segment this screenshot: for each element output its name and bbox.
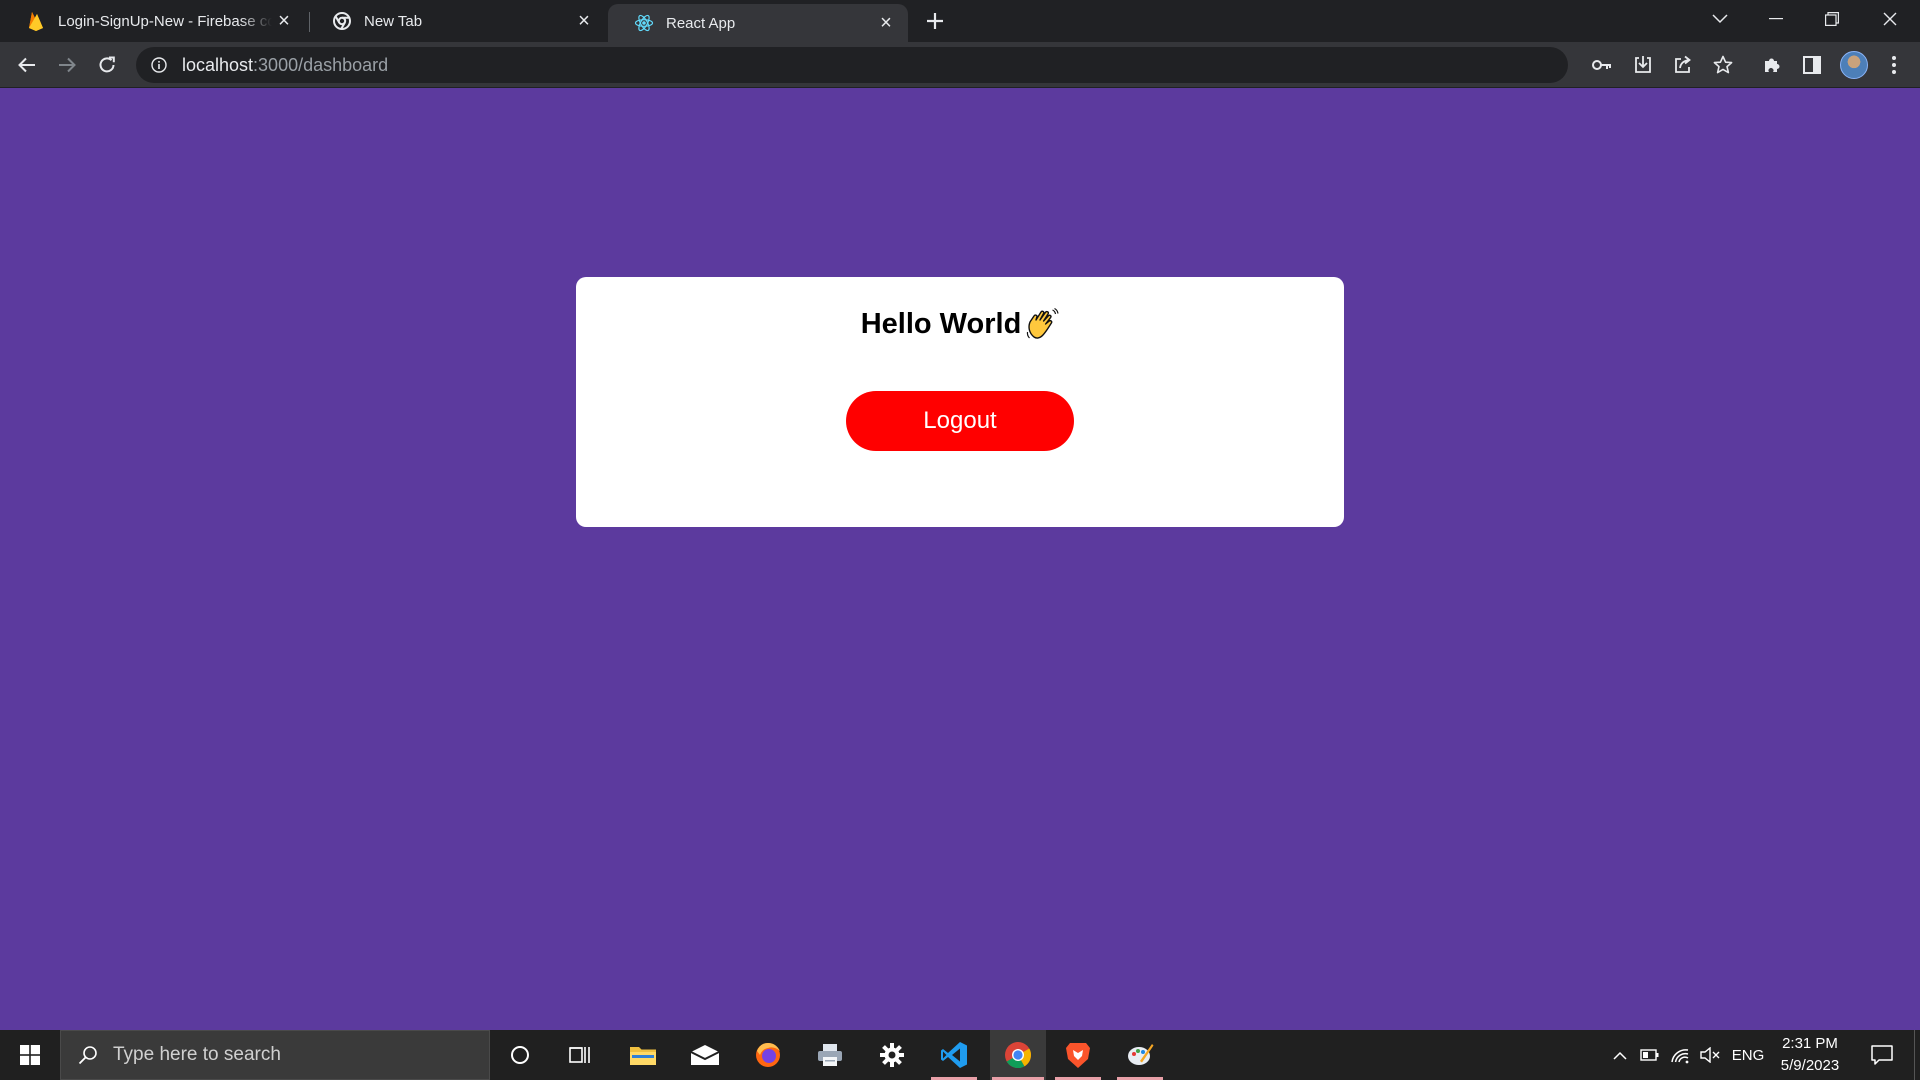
reload-button[interactable]: [91, 49, 123, 81]
back-button[interactable]: [11, 49, 43, 81]
printer-icon: [818, 1044, 842, 1066]
chrome-taskbar-button[interactable]: [990, 1030, 1046, 1080]
taskbar-clock[interactable]: 2:31 PM 5/9/2023: [1768, 1030, 1852, 1080]
tab-title: New Tab: [364, 12, 423, 30]
cortana-button[interactable]: [495, 1030, 545, 1080]
cortana-icon: [511, 1046, 529, 1064]
restore-button[interactable]: [1804, 0, 1860, 38]
restore-icon: [1825, 12, 1839, 26]
paint-icon: [1128, 1044, 1154, 1065]
tab-firebase[interactable]: Login-SignUp-New - Firebase co ×: [0, 0, 306, 42]
brave-icon: [1066, 1043, 1090, 1068]
mail-icon: [690, 1045, 720, 1065]
waving-hand-icon: [1025, 307, 1059, 341]
network-button[interactable]: [1666, 1030, 1694, 1080]
show-hidden-icons-button[interactable]: [1605, 1030, 1635, 1080]
task-view-button[interactable]: [555, 1030, 605, 1080]
minimize-icon: [1769, 18, 1783, 20]
tab-react-app[interactable]: React App ×: [608, 4, 908, 42]
dashboard-card: Hello World Logout: [576, 277, 1344, 527]
notification-icon: [1871, 1045, 1893, 1065]
page-title: Hello World: [576, 307, 1344, 341]
chrome-icon: [332, 11, 352, 31]
windows-logo-icon: [20, 1045, 40, 1065]
greeting-text: Hello World: [860, 307, 1022, 340]
url-path: :3000/dashboard: [253, 54, 389, 75]
bookmark-star-icon[interactable]: [1711, 53, 1735, 77]
vscode-icon: [941, 1042, 967, 1068]
address-bar[interactable]: localhost:3000/dashboard: [136, 47, 1568, 83]
battery-button[interactable]: [1636, 1030, 1664, 1080]
show-desktop-button[interactable]: [1914, 1030, 1915, 1080]
tab-title: React App: [666, 14, 736, 32]
side-panel-icon[interactable]: [1800, 53, 1824, 77]
chevron-down-icon: [1712, 14, 1728, 24]
file-explorer-icon: [630, 1047, 656, 1065]
logout-button[interactable]: Logout: [846, 391, 1074, 451]
forward-button[interactable]: [51, 49, 83, 81]
extensions-puzzle-icon[interactable]: [1760, 53, 1784, 77]
printer-app-button[interactable]: [805, 1030, 855, 1080]
firebase-icon: [26, 11, 46, 31]
firefox-button[interactable]: [743, 1030, 793, 1080]
tab-new-tab[interactable]: New Tab ×: [306, 0, 606, 42]
settings-button[interactable]: [867, 1030, 917, 1080]
reload-icon: [99, 56, 115, 73]
close-tab-icon[interactable]: ×: [874, 11, 898, 35]
clock-date: 5/9/2023: [1780, 1057, 1840, 1074]
search-icon: [77, 1044, 99, 1066]
task-view-icon: [569, 1047, 590, 1063]
notification-center-button[interactable]: [1862, 1030, 1902, 1080]
input-language[interactable]: ENG: [1728, 1030, 1768, 1080]
browser-menu-icon[interactable]: [1882, 53, 1906, 77]
search-placeholder: Type here to search: [113, 1044, 281, 1065]
close-window-button[interactable]: [1862, 0, 1918, 38]
chevron-up-icon: [1613, 1051, 1627, 1060]
battery-icon: [1640, 1049, 1659, 1061]
plus-icon: [927, 13, 943, 29]
new-tab-button[interactable]: [917, 6, 953, 36]
arrow-right-icon: [59, 57, 76, 73]
paint-button[interactable]: [1115, 1030, 1165, 1080]
start-button[interactable]: [0, 1030, 60, 1080]
close-tab-icon[interactable]: ×: [572, 9, 596, 33]
windows-taskbar: Type here to search ENG 2:31 PM 5/9/2023: [0, 1030, 1920, 1080]
file-explorer-button[interactable]: [618, 1030, 668, 1080]
taskbar-search-input[interactable]: Type here to search: [60, 1030, 490, 1080]
wifi-icon: [1671, 1049, 1689, 1064]
url-text: localhost:3000/dashboard: [182, 55, 388, 76]
tab-search-button[interactable]: [1692, 0, 1748, 38]
password-key-icon[interactable]: [1590, 53, 1614, 77]
chrome-icon: [1005, 1042, 1032, 1069]
tab-title: Login-SignUp-New - Firebase co: [58, 12, 272, 30]
react-icon: [634, 13, 654, 33]
profile-avatar[interactable]: [1840, 51, 1868, 79]
url-host: localhost: [182, 54, 254, 75]
clock-time: 2:31 PM: [1782, 1035, 1838, 1052]
mail-button[interactable]: [680, 1030, 730, 1080]
arrow-left-icon: [18, 57, 35, 73]
close-icon: [1883, 12, 1897, 26]
install-app-icon[interactable]: [1631, 53, 1655, 77]
close-tab-icon[interactable]: ×: [272, 9, 296, 33]
avatar: [1840, 51, 1868, 79]
volume-muted-icon: [1700, 1047, 1720, 1063]
volume-button[interactable]: [1696, 1030, 1724, 1080]
settings-icon: [880, 1043, 904, 1067]
share-icon[interactable]: [1671, 53, 1695, 77]
vscode-button[interactable]: [929, 1030, 979, 1080]
browser-toolbar: localhost:3000/dashboard: [0, 42, 1920, 88]
site-info-icon[interactable]: [150, 56, 168, 74]
firefox-icon: [756, 1043, 780, 1067]
minimize-button[interactable]: [1748, 0, 1804, 38]
brave-button[interactable]: [1053, 1030, 1103, 1080]
browser-tab-strip: Login-SignUp-New - Firebase co × New Tab…: [0, 0, 1920, 42]
